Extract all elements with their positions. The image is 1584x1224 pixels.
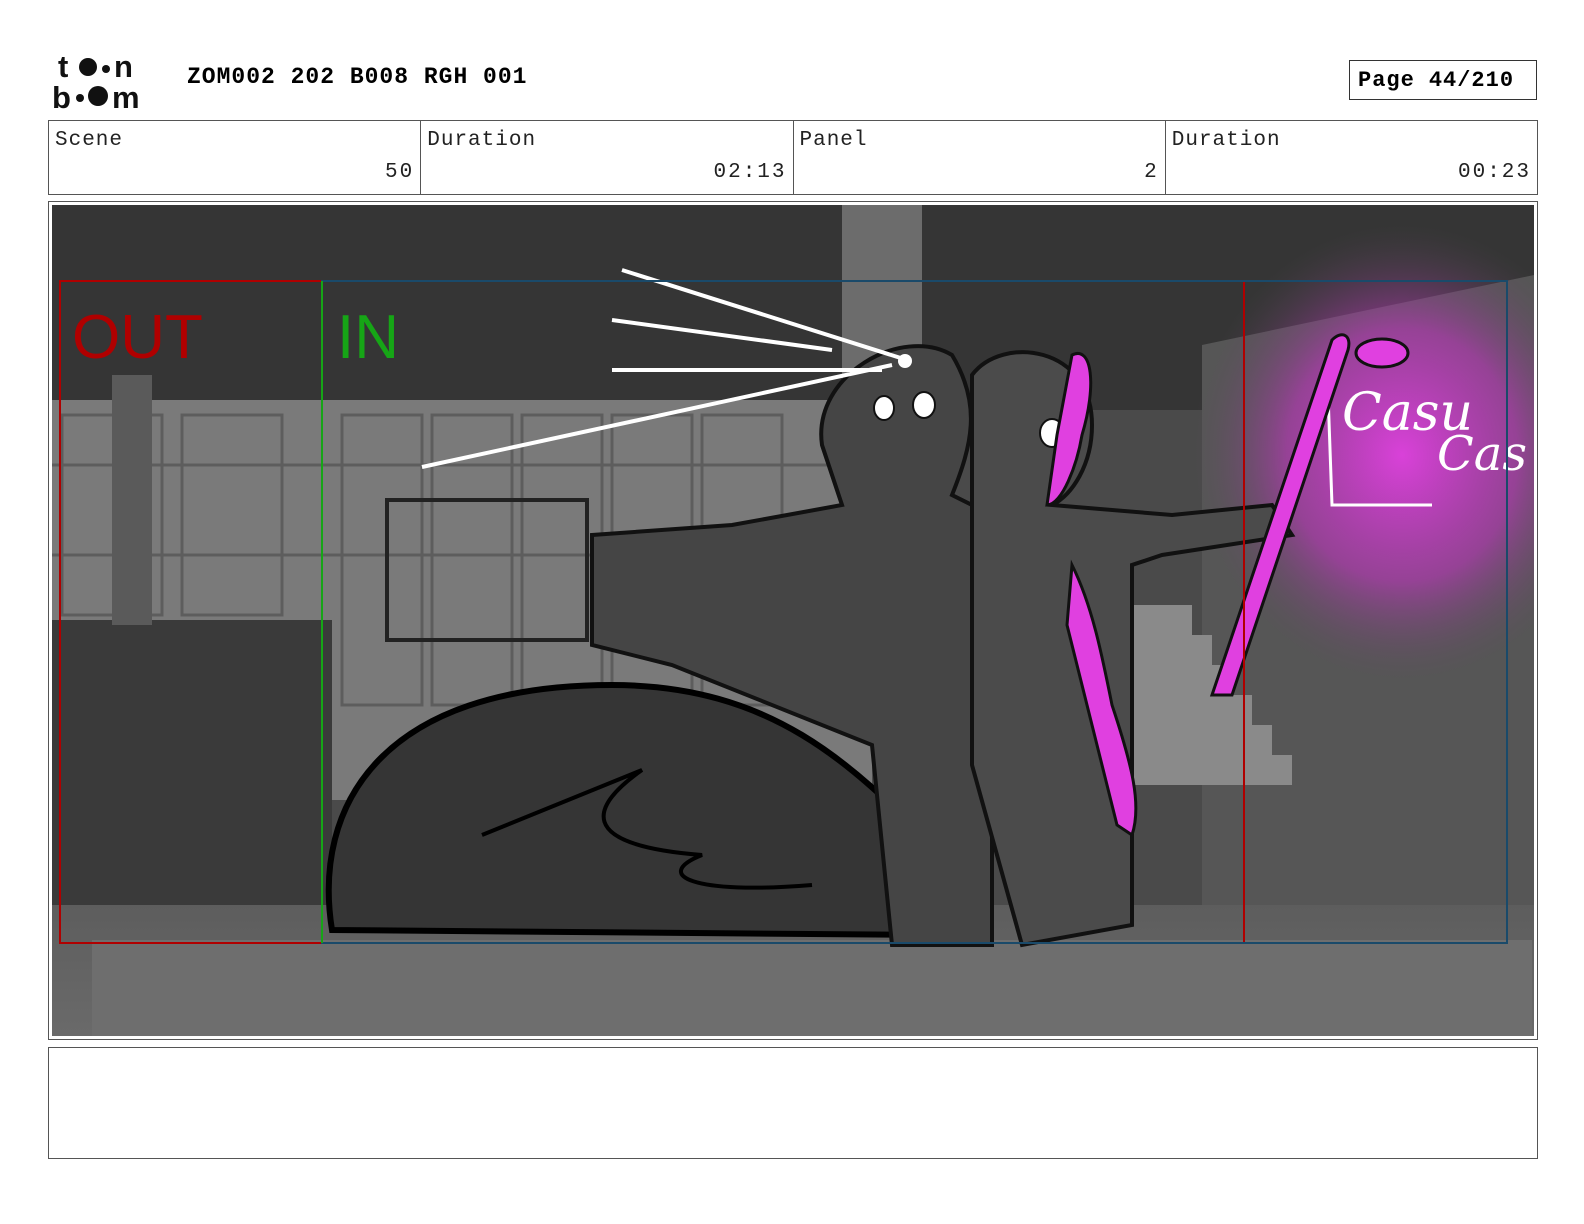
panel-value: 2 [1144,161,1159,184]
scene-duration-cell: Duration 02:13 [421,121,794,194]
toon-boom-logo: t n b m [52,50,140,112]
sign-text-line2: Cas [1437,426,1527,482]
document-title: ZOM002 202 B008 RGH 001 [187,64,528,90]
svg-text:t: t [58,50,68,84]
svg-text:b: b [52,80,71,112]
svg-text:n: n [114,50,133,84]
out-frame-label: OUT [72,303,203,372]
panel-duration-label: Duration [1171,129,1281,152]
storyboard-panel-image: Casu Cas [52,205,1534,1036]
panel-duration-cell: Duration 00:23 [1166,121,1537,194]
scene-cell: Scene 50 [49,121,422,194]
page-label: Page [1358,67,1415,93]
panel-info-row: Scene 50 Duration 02:13 Panel 2 Duration… [48,120,1538,195]
panel-label: Panel [799,129,868,152]
panel-cell: Panel 2 [794,121,1166,194]
scene-label: Scene [55,129,124,152]
page-indicator: Page 44/210 [1349,60,1537,100]
scene-duration-value: 02:13 [713,161,787,184]
scene-duration-label: Duration [427,129,537,152]
panel-notes-box[interactable] [48,1047,1538,1159]
page-number: 44/210 [1428,67,1515,93]
svg-text:m: m [112,80,140,112]
scene-value: 50 [385,161,415,184]
in-frame-label: IN [337,303,399,372]
panel-duration-value: 00:23 [1457,161,1531,184]
